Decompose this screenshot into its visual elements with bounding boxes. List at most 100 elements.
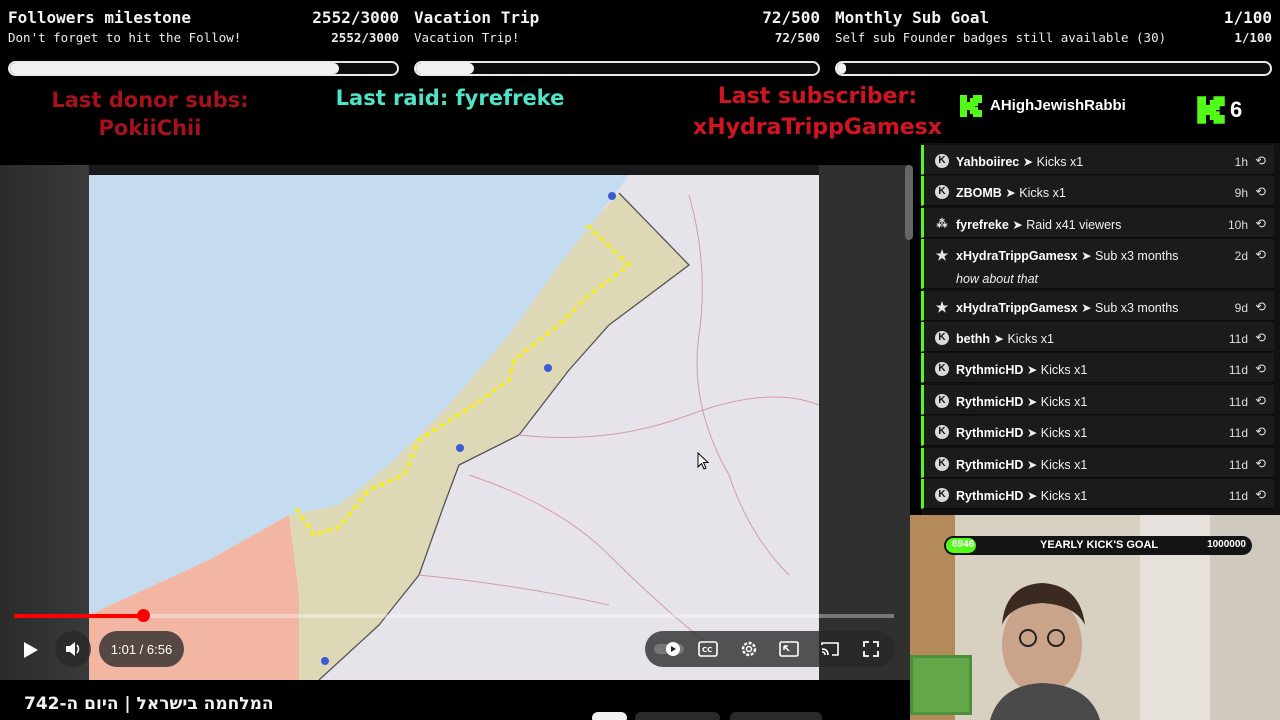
replay-icon[interactable]: ⟲	[1255, 487, 1266, 503]
cast-button[interactable]	[816, 637, 844, 661]
play-icon	[24, 642, 38, 658]
event-row: ⁂ fyrefreke ➤ Raid x41 viewers 10h ⟲	[921, 207, 1274, 238]
event-time: 1h	[1234, 155, 1248, 169]
video-player[interactable]: 1:01 / 6:56 CC	[0, 165, 910, 680]
event-action: ➤ Raid x41 viewers	[1012, 217, 1122, 232]
event-action: ➤ Kicks x1	[1022, 155, 1084, 169]
yearly-kicks-goal: 6946 YEARLY KICK'S GOAL 1000000	[944, 536, 1252, 555]
kicks-goal-label: YEARLY KICK'S GOAL	[1040, 539, 1159, 551]
autoplay-toggle[interactable]	[650, 637, 690, 661]
kick-icon: K	[935, 185, 949, 200]
event-action: ➤ Kicks x1	[993, 332, 1055, 346]
captions-icon: CC	[698, 641, 718, 657]
gear-icon	[741, 641, 757, 657]
star-icon: ★	[935, 247, 949, 264]
replay-icon[interactable]: ⟲	[1255, 216, 1266, 232]
event-username: fyrefreke ➤ Raid x41 viewers	[956, 217, 1121, 232]
event-row: ★ xHydraTrippGamesx ➤ Sub x3 months 9d ⟲	[921, 290, 1274, 321]
video-title: המלחמה בישראל | היום ה-742	[24, 694, 274, 714]
event-action: ➤ Sub x3 months	[1081, 300, 1179, 315]
goal-count: 2552/3000	[312, 8, 399, 27]
event-time: 11d	[1228, 426, 1248, 441]
event-time: 10h	[1227, 217, 1248, 232]
event-action: ➤ Kicks x1	[1026, 394, 1088, 409]
event-username: Yahboiirec ➤ Kicks x1	[956, 154, 1083, 169]
event-time: 11d	[1228, 332, 1248, 346]
event-user: RythmicHD	[956, 457, 1024, 472]
replay-icon[interactable]: ⟲	[1255, 330, 1266, 346]
chip[interactable]	[635, 712, 720, 720]
play-button[interactable]	[14, 633, 48, 667]
kick-icon: K	[935, 331, 949, 345]
goal-progress-bar	[414, 61, 820, 76]
goal-subtitle: Self sub Founder badges still available …	[835, 30, 1167, 45]
event-row: K RythmicHD ➤ Kicks x1 11d ⟲	[921, 447, 1274, 478]
video-scrollbar[interactable]	[905, 165, 913, 240]
event-user: RythmicHD	[956, 394, 1024, 409]
sub-goal: Monthly Sub Goal 1/100 Self sub Founder …	[835, 4, 1272, 78]
kick-viewers-icon	[1197, 96, 1225, 124]
event-row: K RythmicHD ➤ Kicks x1 11d ⟲	[921, 479, 1274, 509]
event-row: K RythmicHD ➤ Kicks x1 11d ⟲	[921, 416, 1274, 447]
replay-icon[interactable]: ⟲	[1255, 456, 1266, 472]
event-action: ➤ Kicks x1	[1026, 489, 1088, 503]
event-row: K Yahboiirec ➤ Kicks x1 1h ⟲	[921, 145, 1274, 175]
event-user: Yahboiirec	[956, 155, 1020, 169]
last-raid-text: Last raid: fyrefreke	[335, 86, 565, 110]
kicks-goal-target: 1000000	[1207, 539, 1246, 550]
chip[interactable]	[730, 712, 822, 720]
kick-icon: K	[935, 488, 949, 502]
event-time: 11d	[1228, 457, 1248, 472]
followers-goal: Followers milestone 2552/3000 Don't forg…	[8, 4, 399, 78]
goal-progress-fill	[837, 63, 846, 74]
event-time: 9h	[1234, 186, 1248, 201]
goal-progress-bar	[8, 61, 399, 76]
replay-icon[interactable]: ⟲	[1255, 184, 1266, 200]
channel-name: AHighJewishRabbi	[990, 97, 1126, 114]
event-action: ➤ Sub x3 months	[1081, 249, 1179, 264]
fullscreen-button[interactable]	[857, 637, 885, 661]
miniplayer-button[interactable]	[775, 637, 803, 661]
event-username: xHydraTrippGamesx ➤ Sub x3 months	[956, 248, 1178, 263]
fullscreen-icon	[863, 641, 879, 657]
event-user: fyrefreke	[956, 217, 1009, 232]
event-message: how about that	[956, 272, 1039, 287]
replay-icon[interactable]: ⟲	[1255, 393, 1266, 409]
event-time: 11d	[1228, 394, 1248, 409]
kick-icon: K	[935, 425, 949, 440]
last-donor-label: Last donor subs:	[51, 88, 249, 112]
event-user: bethh	[956, 332, 991, 346]
mouse-cursor-icon	[697, 452, 709, 470]
last-donor-name: PokiiChii	[98, 116, 202, 140]
event-row: K ZBOMB ➤ Kicks x1 9h ⟲	[921, 176, 1274, 207]
event-row: ★ xHydraTrippGamesx ➤ Sub x3 months 2d ⟲ how…	[921, 239, 1274, 290]
video-letterbox-left	[0, 165, 89, 680]
time-display: 1:01 / 6:56	[110, 641, 173, 657]
event-user: ZBOMB	[956, 186, 1002, 201]
cast-icon	[821, 642, 839, 656]
last-subscriber-name: xHydraTrippGamesx	[693, 115, 942, 140]
gaza-map	[89, 175, 819, 680]
goal-progress-fill	[10, 63, 339, 74]
settings-button[interactable]	[735, 637, 763, 661]
video-letterbox-right	[819, 165, 910, 680]
replay-icon[interactable]: ⟲	[1255, 424, 1266, 440]
replay-icon[interactable]: ⟲	[1255, 247, 1266, 263]
captions-button[interactable]: CC	[694, 637, 722, 661]
event-username: bethh ➤ Kicks x1	[956, 331, 1054, 346]
goal-subcount: 72/500	[774, 30, 820, 45]
chip[interactable]	[592, 712, 627, 720]
replay-icon[interactable]: ⟲	[1255, 153, 1266, 169]
event-row: K RythmicHD ➤ Kicks x1 11d ⟲	[921, 353, 1274, 384]
goal-title: Followers milestone	[8, 8, 192, 27]
video-scrubber-handle[interactable]	[137, 609, 150, 622]
goal-title: Vacation Trip	[414, 8, 540, 27]
volume-button[interactable]	[55, 631, 91, 667]
goal-count: 1/100	[1223, 8, 1272, 27]
replay-icon[interactable]: ⟲	[1255, 361, 1266, 377]
last-subscriber-label: Last subscriber:	[717, 84, 918, 109]
replay-icon[interactable]: ⟲	[1255, 299, 1266, 315]
goal-subcount: 2552/3000	[331, 30, 399, 45]
svg-text:CC: CC	[702, 646, 712, 654]
star-icon: ★	[935, 298, 949, 315]
